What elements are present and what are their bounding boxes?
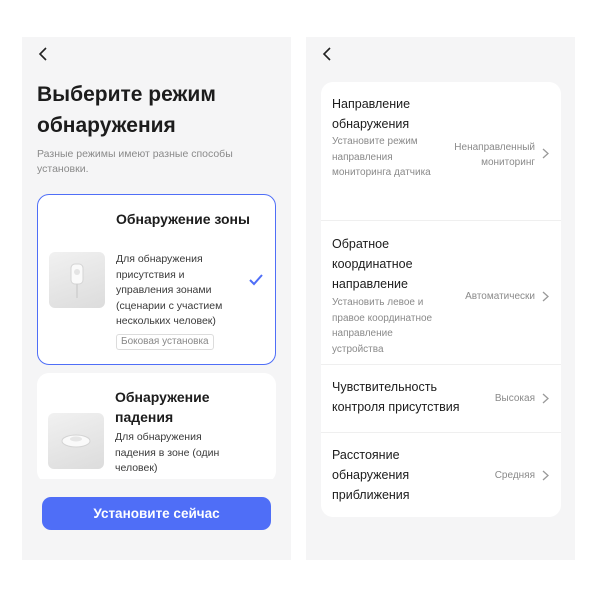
back-button[interactable] xyxy=(318,45,336,63)
setting-row-approach-distance[interactable]: Расстояние обнаружения приближения Средн… xyxy=(321,432,561,517)
install-now-button[interactable]: Установите сейчас xyxy=(42,497,271,530)
detection-settings-screen: Направление обнаружения Установите режим… xyxy=(306,37,575,560)
setting-value: Средняя xyxy=(494,470,535,481)
mode-card-fall-detection[interactable]: Обнаружение падения Для обнаружения паде… xyxy=(37,373,276,483)
page-subtitle: Разные режимы имеют разные способы устан… xyxy=(37,148,233,175)
chevron-right-icon xyxy=(542,148,549,159)
back-arrow-icon xyxy=(322,47,331,61)
setting-title: Обратное координатное направление xyxy=(332,237,413,291)
setting-title: Направление обнаружения xyxy=(332,97,411,131)
page-title: Выберите режим обнаружения xyxy=(37,83,216,137)
mode-selection-screen: Выберите режим обнаружения Разные режимы… xyxy=(22,37,291,560)
sensor-ceiling-mount-image xyxy=(48,413,104,469)
setting-description: Установить левое и правое координатное н… xyxy=(332,297,433,355)
mount-type-tag: Боковая установка xyxy=(116,334,214,350)
mode-title: Обнаружение падения xyxy=(115,389,210,425)
sensor-side-mount-image xyxy=(49,252,105,308)
back-arrow-icon xyxy=(38,47,47,61)
setting-row-detection-direction[interactable]: Направление обнаружения Установите режим… xyxy=(321,82,561,220)
setting-value: Автоматически xyxy=(465,291,535,302)
mode-description: Для обнаружения падения в зоне (один чел… xyxy=(115,431,220,474)
settings-list: Направление обнаружения Установите режим… xyxy=(321,82,561,517)
check-icon xyxy=(249,274,263,286)
mode-card-zone-detection[interactable]: Обнаружение зоны Для обнаружения присутс… xyxy=(37,194,276,365)
mode-title: Обнаружение зоны xyxy=(116,211,250,227)
chevron-right-icon xyxy=(542,291,549,302)
setting-value: Ненаправленный мониторинг xyxy=(454,142,535,168)
setting-value: Высокая xyxy=(494,393,535,404)
mode-description: Для обнаружения присутствия и управления… xyxy=(116,253,223,327)
chevron-right-icon xyxy=(542,470,549,481)
chevron-right-icon xyxy=(542,393,549,404)
back-button[interactable] xyxy=(34,45,52,63)
setting-row-presence-sensitivity[interactable]: Чувствительность контроля присутствия Вы… xyxy=(321,364,561,432)
setting-row-reverse-coordinate[interactable]: Обратное координатное направление Устано… xyxy=(321,220,561,364)
